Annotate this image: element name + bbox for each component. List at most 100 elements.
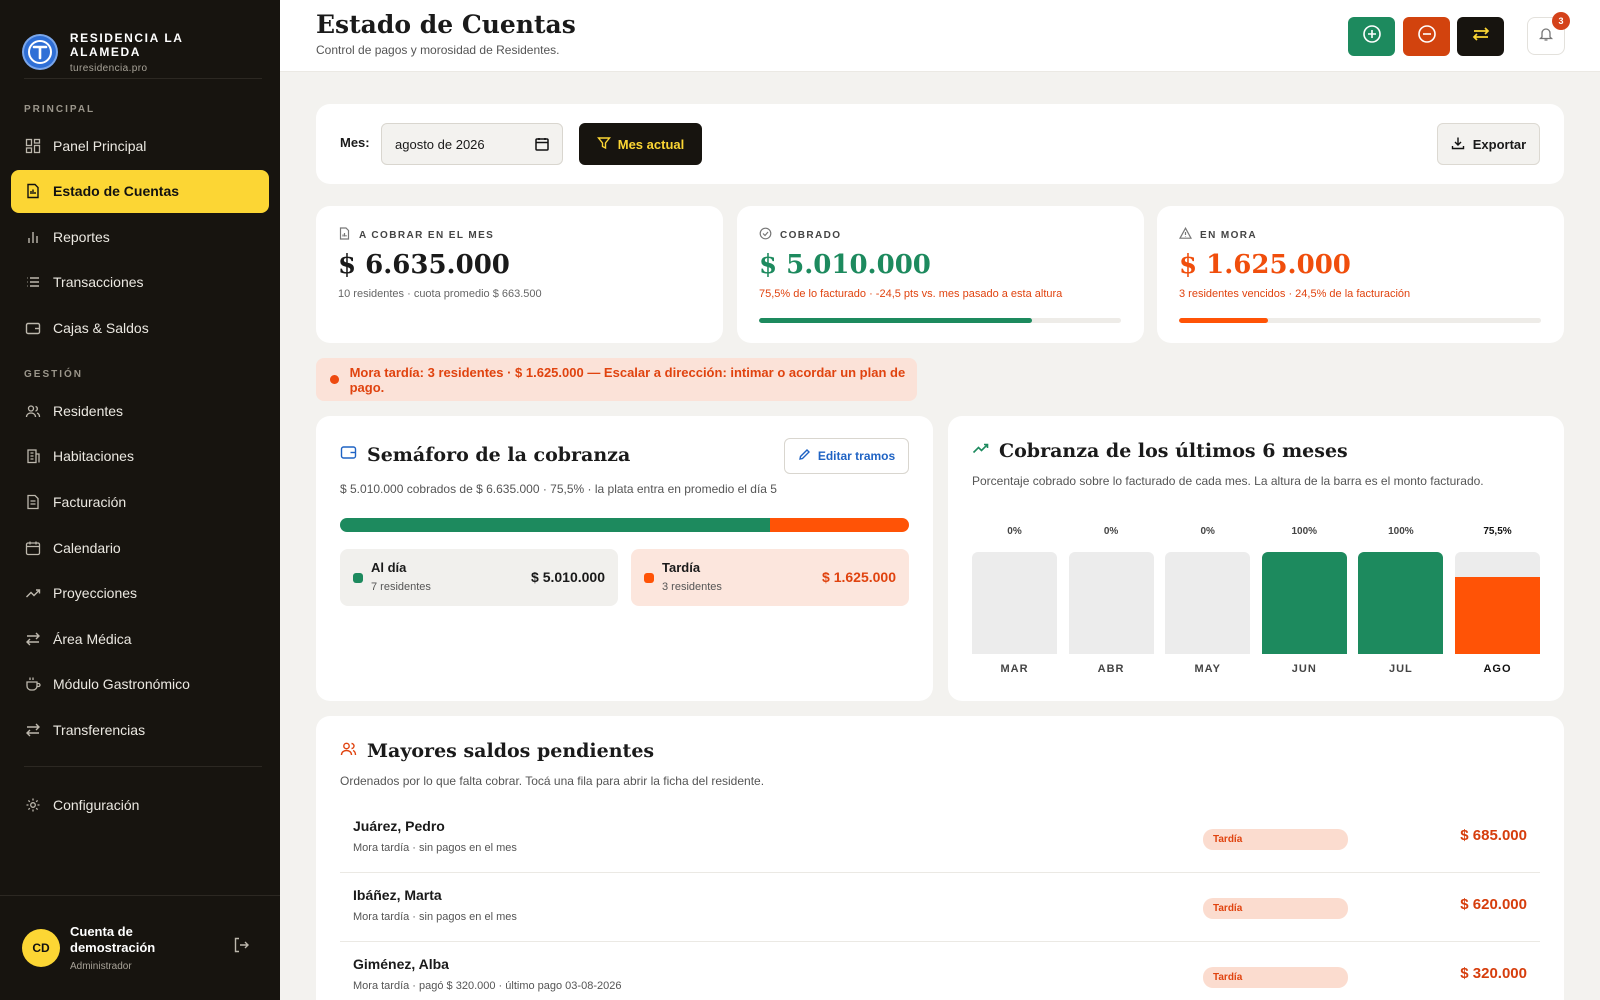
add-expense-button[interactable] [1403,17,1450,56]
transfer-button[interactable] [1457,17,1504,56]
saldos-title: Mayores saldos pendientes [367,740,655,762]
section-title: Cobranza de los últimos 6 meses [972,440,1348,462]
alert-dot-icon [330,375,339,384]
edit-tiers-label: Editar tramos [817,449,896,463]
bar-track [1455,552,1540,654]
sidebar-item-residentes[interactable]: Residentes [11,389,269,432]
stat-note: 75,5% de lo facturado · -24,5 pts vs. me… [759,288,1063,300]
calendar-icon[interactable] [535,137,549,154]
export-label: Exportar [1472,136,1527,152]
status-badge: Tardía [1203,829,1348,850]
filter-icon [596,136,618,153]
resident-detail: Mora tardía · sin pagos en el mes [353,911,517,923]
transfer-icon [1471,24,1491,49]
filter-bar: Mes: agosto de 2026 Mes actual Exportar [316,104,1564,184]
bar-data-label: 100% [1388,526,1414,537]
sidebar-section-principal: PRINCIPAL [24,104,96,115]
collection-split-bar [340,518,909,532]
sidebar-item-modulo-gastronomico[interactable]: Módulo Gastronómico [11,663,269,706]
sidebar-item-label: Calendario [53,539,121,556]
sidebar-divider [24,78,262,79]
sidebar-item-facturacion[interactable]: Facturación [11,481,269,524]
bar-column-may[interactable]: 0% MAY [1165,516,1251,688]
user-role: Administrador [70,961,132,972]
stat-value: $ 5.010.000 [759,250,931,280]
sidebar-item-label: Configuración [53,797,140,814]
sidebar-item-panel-principal[interactable]: Panel Principal [11,124,269,167]
sidebar-item-cajas-saldos[interactable]: Cajas & Saldos [11,306,269,349]
bar-track [1358,552,1444,654]
grid-icon [24,137,42,155]
sidebar-item-transferencias[interactable]: Transferencias [11,709,269,752]
sidebar-item-habitaciones[interactable]: Habitaciones [11,435,269,478]
bar-track [1261,552,1347,654]
sidebar-item-calendario[interactable]: Calendario [11,526,269,569]
sidebar-item-transacciones[interactable]: Transacciones [11,261,269,304]
wallet-icon [340,444,367,466]
bar-column-ago[interactable]: 75,5% AGO [1455,516,1540,688]
sidebar-item-reportes[interactable]: Reportes [11,215,269,258]
sidebar-item-area-medica[interactable]: Área Médica [11,617,269,660]
tile-amount: $ 1.625.000 [822,569,896,585]
bar [1261,552,1347,654]
sidebar-item-estado-de-cuentas[interactable]: Estado de Cuentas [11,169,269,213]
brand[interactable]: RESIDENCIA LA ALAMEDA turesidencia.pro [0,0,280,78]
bar [1358,552,1444,654]
sidebar-item-proyecciones[interactable]: Proyecciones [11,572,269,615]
stat-value: $ 6.635.000 [338,250,510,280]
progress-bar [759,318,1121,323]
x-tick-label: JUL [1389,663,1413,675]
sidebar-item-label: Cajas & Saldos [53,319,149,336]
sidebar: RESIDENCIA LA ALAMEDA turesidencia.pro P… [0,0,280,1000]
add-income-button[interactable] [1348,17,1395,56]
notifications-button[interactable]: 3 [1527,12,1570,55]
export-button[interactable]: Exportar [1437,123,1540,165]
section-title: Mayores saldos pendientes [340,740,654,762]
plus-circle-icon [1362,24,1382,49]
current-month-button[interactable]: Mes actual [579,123,702,165]
bar-column-mar[interactable]: 0% MAR [972,516,1057,688]
bar-track [1068,552,1154,654]
document-icon [24,182,42,200]
bar-column-jun[interactable]: 100% JUN [1261,516,1347,688]
resident-name: Ibáñez, Marta [353,887,442,903]
pending-balances-card: Mayores saldos pendientes Ordenados por … [316,716,1564,1000]
table-row[interactable]: Juárez, Pedro Mora tardía · sin pagos en… [340,804,1540,873]
bar-column-abr[interactable]: 0% ABR [1068,516,1154,688]
x-tick-label: MAY [1194,663,1221,675]
bar-data-label: 0% [1103,526,1119,537]
cobranza-subtitle: Porcentaje cobrado sobre lo facturado de… [972,474,1484,488]
sidebar-item-configuracion[interactable]: Configuración [11,784,269,827]
month-input[interactable]: agosto de 2026 [381,123,563,165]
avatar[interactable]: CD [22,929,60,967]
cup-icon [24,675,42,693]
users-icon [340,740,367,762]
sidebar-item-label: Área Médica [53,630,132,647]
stat-note: 10 residentes · cuota promedio $ 663.500 [338,288,542,300]
building-icon [24,447,42,465]
bar-column-jul[interactable]: 100% JUL [1358,516,1444,688]
status-badge: Tardía [1203,898,1348,919]
edit-tiers-button[interactable]: Editar tramos [784,438,909,474]
status-dot-icon [353,573,363,583]
table-row[interactable]: Giménez, Alba Mora tardía · pagó $ 320.0… [340,942,1540,1000]
transfer-icon [24,721,42,739]
download-icon [1451,136,1473,153]
overdue-alert: Mora tardía: 3 residentes · $ 1.625.000 … [316,358,917,401]
status-badge: Tardía [1203,967,1348,988]
sidebar-section-gestion: GESTIÓN [24,369,84,381]
user-name: Cuenta de demostración [70,924,156,955]
stat-label: A COBRAR EN EL MES [359,229,495,241]
bar-chart-icon [24,228,42,246]
bar-data-label: 100% [1291,526,1318,537]
tile-al-dia[interactable]: Al día 7 residentes $ 5.010.000 [340,549,618,606]
month-label: Mes: [340,135,370,150]
list-icon [24,273,42,291]
sidebar-divider [24,765,262,767]
sidebar-item-label: Proyecciones [53,585,138,602]
tile-tardia[interactable]: Tardía 3 residentes $ 1.625.000 [631,549,909,606]
sidebar-item-label: Habitaciones [53,448,134,465]
tile-sub: 7 residentes [371,581,431,593]
logout-icon[interactable] [232,936,250,959]
table-row[interactable]: Ibáñez, Marta Mora tardía · sin pagos en… [340,873,1540,942]
